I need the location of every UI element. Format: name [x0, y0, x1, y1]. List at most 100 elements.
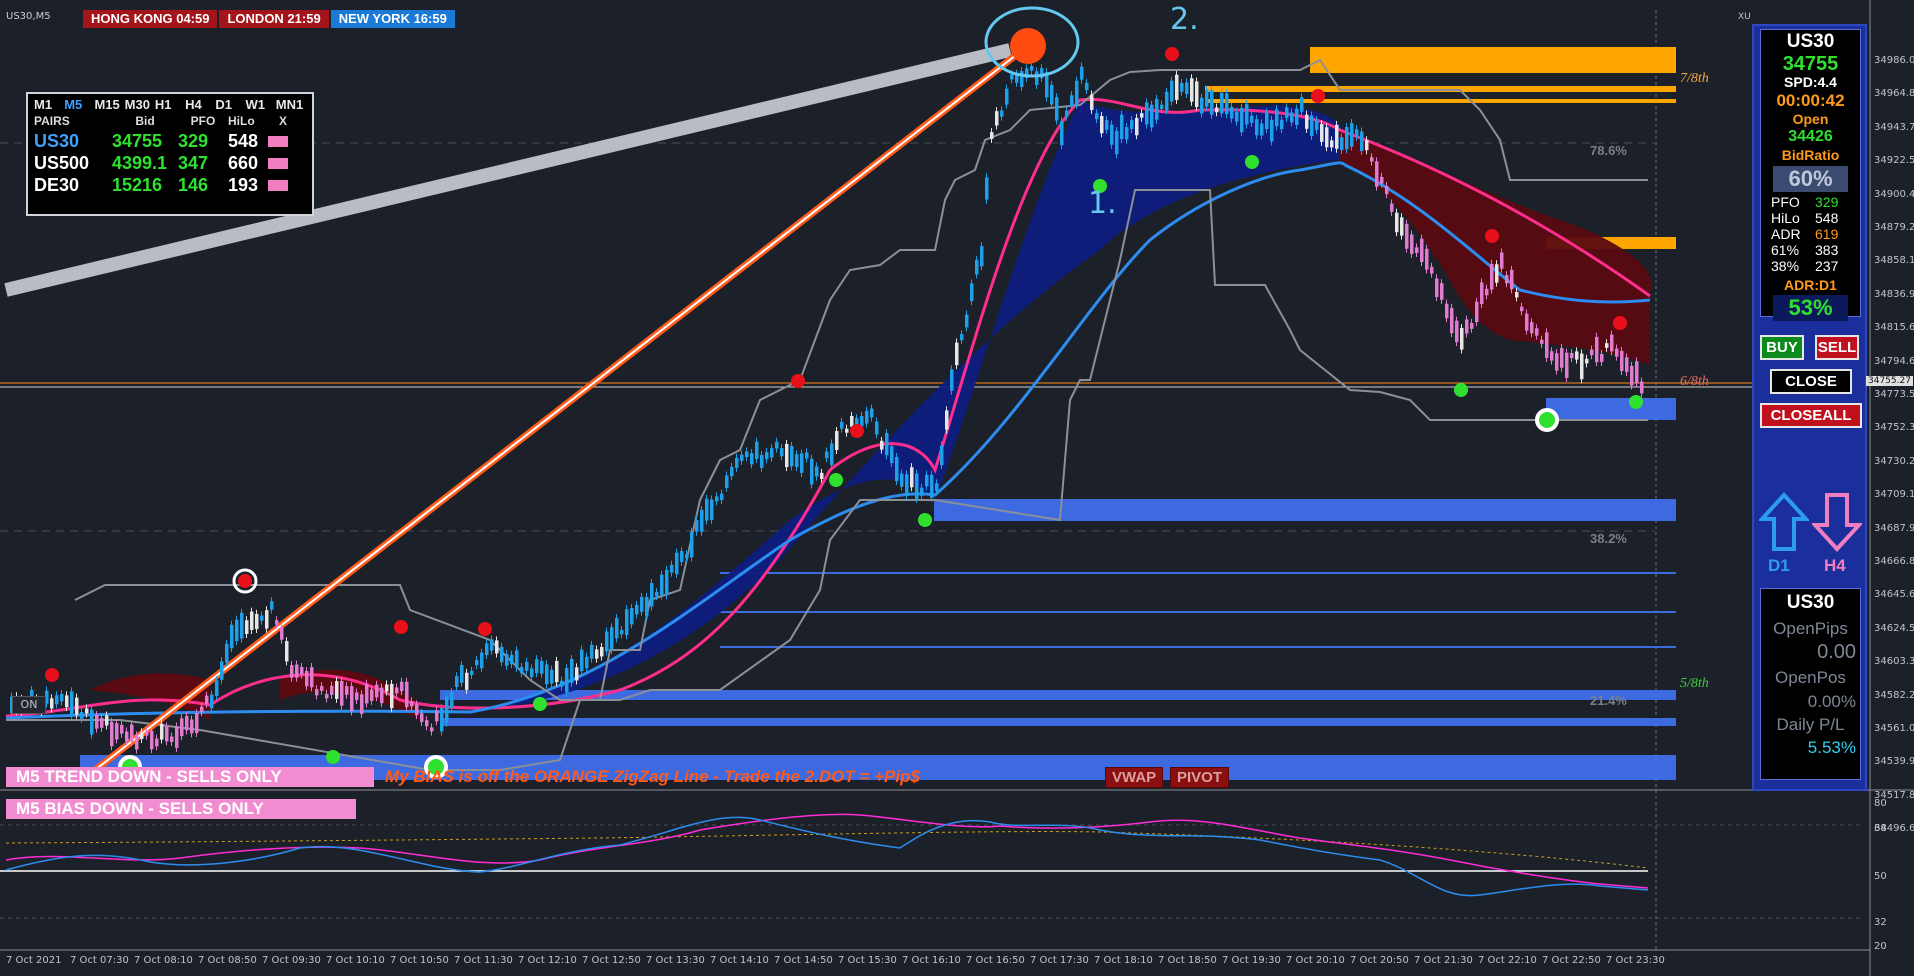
- closeall-button[interactable]: CLOSEALL: [1760, 403, 1862, 428]
- candle-body: [1200, 97, 1204, 114]
- candle-body: [175, 726, 179, 748]
- candle-body: [720, 493, 724, 501]
- candle-body: [120, 724, 124, 734]
- pair-row[interactable]: US500 4399.1 347 660: [28, 152, 312, 174]
- candle-body: [320, 686, 324, 691]
- close-x-box[interactable]: [268, 152, 298, 174]
- candle-body: [1455, 320, 1459, 343]
- col-x: X: [278, 114, 287, 128]
- candle-body: [1515, 291, 1519, 298]
- pair-row[interactable]: US30 34755 329 548: [28, 130, 312, 152]
- panel-adr-value: 53%: [1773, 295, 1848, 321]
- candle-body: [490, 639, 494, 651]
- swing-low-dot: [829, 473, 843, 487]
- candle-body: [685, 554, 689, 559]
- level-7-8: 7/8th: [1680, 71, 1709, 86]
- candle-body: [800, 453, 804, 473]
- d1-label: D1: [1768, 556, 1790, 575]
- time-tick: 7 Oct 22:10: [1478, 955, 1537, 966]
- candle-body: [980, 246, 984, 267]
- candle-body: [405, 681, 409, 708]
- price-tick: 34752.39: [1874, 422, 1914, 434]
- candle-body: [840, 421, 844, 429]
- tf-h1[interactable]: H1: [155, 97, 185, 112]
- slow-ma-line: [5, 161, 1651, 720]
- demand-zone: [440, 718, 1676, 726]
- time-tick: 7 Oct 10:50: [390, 955, 449, 966]
- candle-body: [310, 667, 314, 688]
- pair-hilo: 548: [228, 131, 259, 151]
- buy-button[interactable]: BUY: [1760, 335, 1804, 360]
- close-button[interactable]: CLOSE: [1770, 369, 1852, 394]
- demand-zone: [1546, 398, 1676, 420]
- candle-body: [240, 612, 244, 639]
- time-tick: 7 Oct 15:30: [838, 955, 897, 966]
- open-pips-value: 0.00: [1817, 641, 1856, 663]
- oscillator-tick: 80: [1874, 798, 1887, 809]
- osc-slow: [5, 816, 1649, 897]
- pivot-button[interactable]: PIVOT: [1170, 767, 1230, 788]
- candle-body: [995, 111, 999, 126]
- candle-body: [250, 611, 254, 630]
- candle-body: [225, 643, 229, 663]
- on-toggle[interactable]: ON: [12, 696, 46, 714]
- tf-m15[interactable]: M15: [94, 97, 124, 112]
- candle-body: [1145, 102, 1149, 125]
- candle-body: [900, 473, 904, 487]
- tf-d1[interactable]: D1: [215, 97, 245, 112]
- candle-body: [585, 656, 589, 669]
- sell-button[interactable]: SELL: [1815, 335, 1859, 360]
- vwap-button[interactable]: VWAP: [1105, 767, 1164, 788]
- candle-body: [1140, 113, 1144, 118]
- tf-m30[interactable]: M30: [125, 97, 155, 112]
- close-x-box[interactable]: [268, 174, 298, 196]
- candle-body: [660, 574, 664, 596]
- candle-body: [1150, 104, 1154, 128]
- stat-value: 619: [1815, 226, 1839, 242]
- candle-body: [610, 627, 614, 650]
- candle-body: [1030, 66, 1034, 71]
- candle-body: [1095, 113, 1099, 120]
- time-tick: 7 Oct 16:10: [902, 955, 961, 966]
- candle-body: [770, 448, 774, 458]
- tf-m1[interactable]: M1: [34, 97, 64, 112]
- candle-body: [920, 487, 924, 496]
- stat-label: 38%: [1771, 258, 1800, 274]
- candle-body: [1205, 89, 1209, 107]
- tf-mn1[interactable]: MN1: [276, 97, 306, 112]
- swing-high-dot: [1311, 89, 1325, 103]
- candle-body: [705, 498, 709, 521]
- price-tick: 34879.29: [1874, 222, 1914, 233]
- time-tick: 7 Oct 18:50: [1158, 955, 1217, 966]
- candle-body: [1315, 120, 1319, 131]
- price-tick: 34561.08: [1874, 723, 1914, 734]
- candle-body: [210, 694, 214, 709]
- stat-label: PFO: [1771, 194, 1800, 210]
- candle-body: [830, 443, 834, 466]
- candle-body: [625, 609, 629, 636]
- candle-body: [1350, 123, 1354, 147]
- tf-h4[interactable]: H4: [185, 97, 215, 112]
- candle-body: [890, 446, 894, 463]
- stat-label: HiLo: [1771, 210, 1800, 226]
- tf-w1[interactable]: W1: [246, 97, 276, 112]
- candle-body: [1400, 217, 1404, 236]
- swing-high-dot: [791, 374, 805, 388]
- tf-m5[interactable]: M5: [64, 97, 94, 112]
- candle-body: [1135, 117, 1139, 136]
- candle-body: [630, 607, 634, 625]
- candle-body: [1375, 161, 1379, 187]
- candle-body: [690, 531, 694, 558]
- time-tick: 7 Oct 08:50: [198, 955, 257, 966]
- close-x-box[interactable]: [268, 130, 298, 152]
- candle-body: [1590, 349, 1594, 356]
- candle-body: [950, 369, 954, 391]
- candle-body: [1570, 352, 1574, 359]
- candle-body: [1535, 328, 1539, 336]
- time-tick: 7 Oct 17:30: [1030, 955, 1089, 966]
- candle-body: [1495, 264, 1499, 283]
- candle-body: [1235, 111, 1239, 122]
- time-tick: 7 Oct 20:10: [1286, 955, 1345, 966]
- candle-body: [230, 624, 234, 649]
- pair-row[interactable]: DE30 15216 146 193: [28, 174, 312, 196]
